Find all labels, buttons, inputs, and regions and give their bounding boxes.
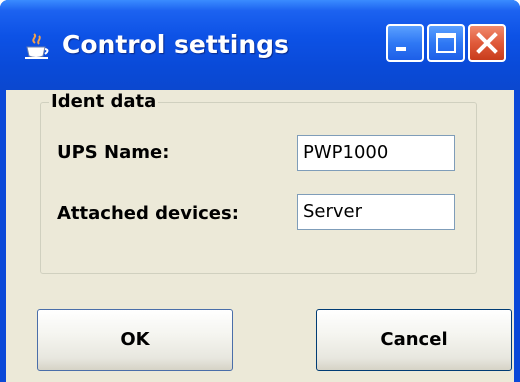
dialog-window: Control settings Ident data UPS Name: PW… [0,0,520,382]
java-cup-icon [25,33,49,59]
attached-devices-label: Attached devices: [57,203,239,224]
ups-name-label: UPS Name: [57,142,170,163]
maximize-icon [436,33,456,53]
dialog-content: Ident data UPS Name: PWP1000 Attached de… [6,90,514,382]
close-icon [476,32,498,54]
cancel-button[interactable]: Cancel [316,309,512,371]
close-button[interactable] [468,24,506,62]
ok-button[interactable]: OK [37,309,233,371]
maximize-button[interactable] [427,24,465,62]
ups-name-field[interactable]: PWP1000 [297,135,455,171]
minimize-icon [396,47,406,51]
attached-devices-field[interactable]: Server [297,194,455,230]
ident-data-group: Ident data [40,91,477,274]
minimize-button[interactable] [386,24,424,62]
group-title: Ident data [49,91,159,112]
title-bar[interactable]: Control settings [0,0,520,90]
window-title: Control settings [62,30,289,59]
